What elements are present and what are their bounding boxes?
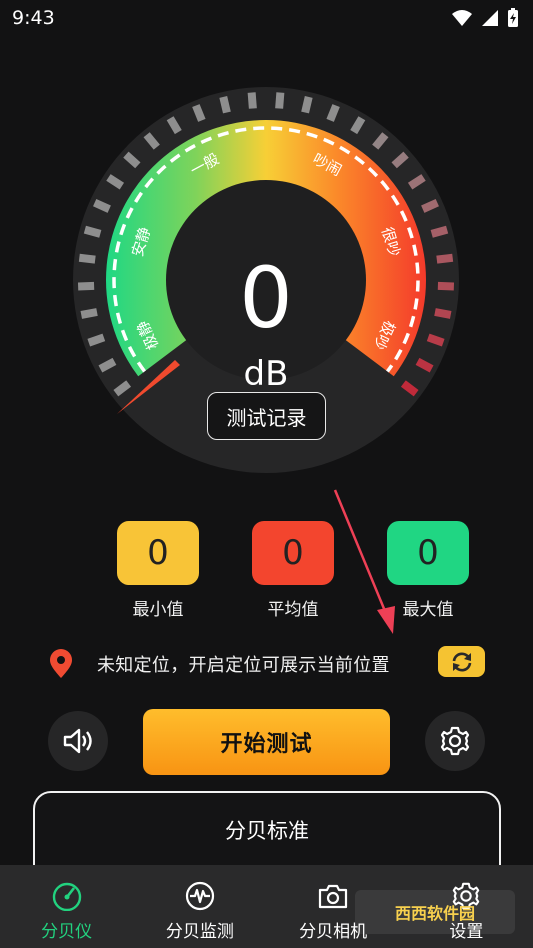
speedometer-icon xyxy=(52,882,81,911)
gauge-tick xyxy=(434,308,452,319)
decibel-unit: dB xyxy=(243,354,289,394)
battery-icon xyxy=(508,8,518,27)
location-row: 未知定位，开启定位可展示当前位置 xyxy=(48,646,488,682)
refresh-location-button[interactable] xyxy=(438,646,485,677)
gauge-tick xyxy=(275,92,285,109)
waveform-icon xyxy=(185,881,214,911)
camera-icon xyxy=(319,884,348,909)
gauge-tick xyxy=(426,333,445,347)
stat-min: 0 最小值 xyxy=(117,521,199,620)
nav-item-decibel-monitor[interactable]: 分贝监测 xyxy=(133,865,266,948)
gauge-tick xyxy=(430,225,449,238)
gauge-tick xyxy=(83,225,102,238)
stat-min-box: 0 xyxy=(117,521,199,585)
start-test-button[interactable]: 开始测试 xyxy=(143,709,390,775)
gauge-tick xyxy=(437,281,455,291)
stat-avg-label: 平均值 xyxy=(267,600,319,620)
status-icons xyxy=(451,8,519,28)
nav-label-decibel-monitor: 分贝监测 xyxy=(165,922,234,942)
standard-title: 分贝标准 xyxy=(225,819,309,843)
stat-max-label: 最大值 xyxy=(402,600,454,620)
status-bar: 9:43 xyxy=(0,0,533,36)
wifi-icon xyxy=(452,10,472,26)
app-screen: 9:43 极静 安静 一般 吵闹 很吵 极吵 0 dB 测试记录 0 最小值 0… xyxy=(0,0,533,948)
gauge-tick xyxy=(219,96,231,114)
stat-avg: 0 平均值 xyxy=(252,521,334,620)
watermark-text: 西西软件园 xyxy=(394,904,475,923)
status-time: 9:43 xyxy=(12,7,55,29)
gauge-tick xyxy=(87,333,106,347)
test-records-button[interactable]: 测试记录 xyxy=(207,392,326,440)
gear-icon xyxy=(440,726,470,756)
sound-toggle-button[interactable] xyxy=(48,711,108,771)
gauge-tick xyxy=(326,104,340,122)
watermark-logo: 西西软件园 xyxy=(355,890,515,934)
signal-icon xyxy=(482,10,498,26)
gauge-tick xyxy=(78,253,96,264)
stat-max-box: 0 xyxy=(387,521,469,585)
gauge-tick xyxy=(436,253,454,264)
nav-label-decibel-meter: 分贝仪 xyxy=(41,922,93,942)
gauge-tick xyxy=(247,92,257,109)
gauge-tick xyxy=(301,96,313,114)
stat-min-label: 最小值 xyxy=(132,600,184,620)
gauge-tick xyxy=(192,104,206,122)
refresh-icon xyxy=(452,652,471,671)
stat-max: 0 最大值 xyxy=(387,521,469,620)
nav-item-decibel-meter[interactable]: 分贝仪 xyxy=(0,865,133,948)
stat-avg-box: 0 xyxy=(252,521,334,585)
gauge-tick xyxy=(77,281,95,291)
location-pin-icon xyxy=(50,649,72,678)
settings-button[interactable] xyxy=(425,711,485,771)
location-text: 未知定位，开启定位可展示当前位置 xyxy=(97,655,390,676)
speaker-icon xyxy=(63,728,92,754)
gauge-tick xyxy=(80,308,98,319)
decibel-reading: 0 xyxy=(239,249,293,347)
